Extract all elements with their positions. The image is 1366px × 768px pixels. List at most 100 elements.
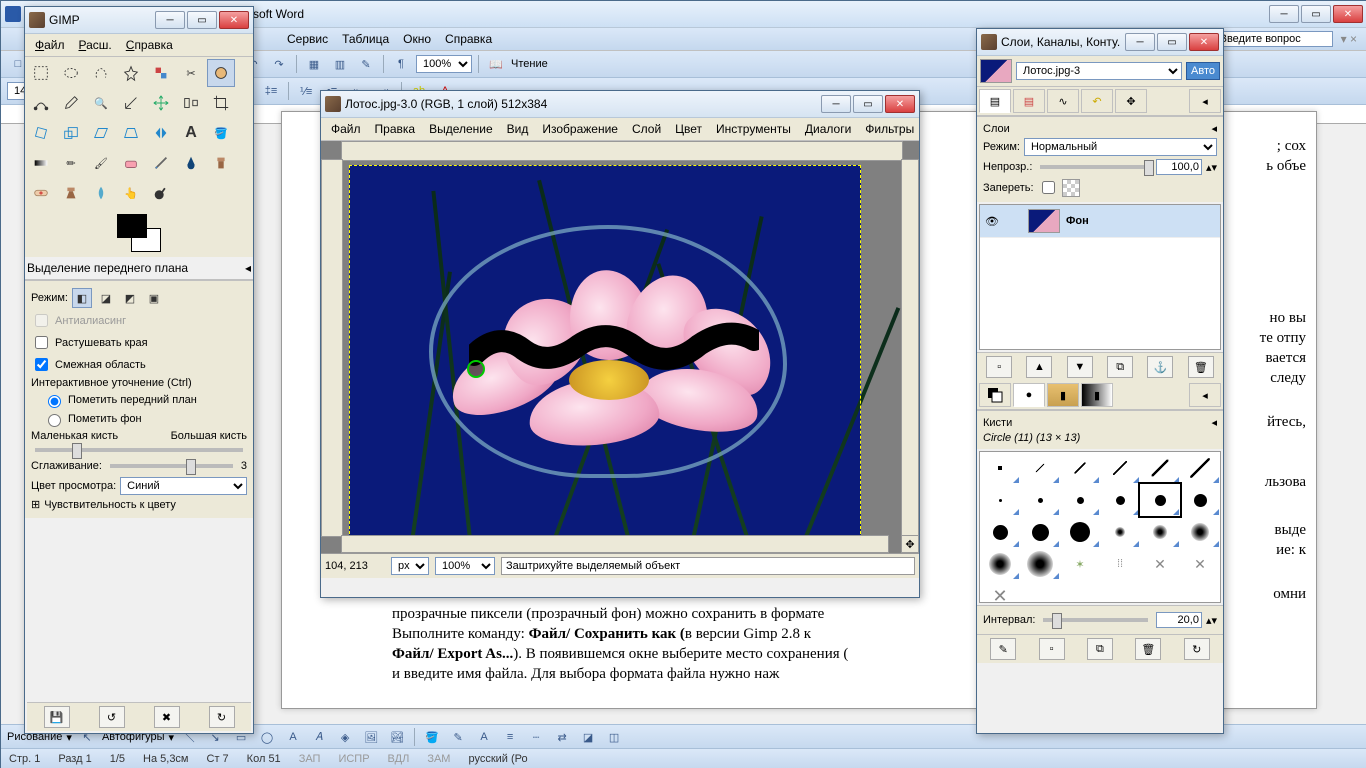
img-menu-dialogs[interactable]: Диалоги — [799, 120, 857, 138]
restore-options-icon[interactable]: ↺ — [99, 706, 125, 728]
brush-item[interactable]: ✕ — [980, 580, 1020, 603]
brush-item[interactable] — [1060, 516, 1100, 548]
brushes-tab-icon[interactable]: ● — [1013, 383, 1045, 407]
arrows-icon[interactable]: ⇄ — [551, 726, 573, 748]
undo-history-tab-icon[interactable]: ↶ — [1081, 89, 1113, 113]
scissors-tool-icon[interactable]: ✂ — [177, 59, 205, 87]
dock-close-button[interactable]: ✕ — [1189, 33, 1219, 51]
ellipse-select-tool-icon[interactable] — [57, 59, 85, 87]
3d-icon[interactable]: ◫ — [603, 726, 625, 748]
img-menu-image[interactable]: Изображение — [536, 120, 624, 138]
image-close-button[interactable]: ✕ — [885, 95, 915, 113]
brush-item[interactable] — [1020, 452, 1060, 484]
measure-tool-icon[interactable] — [117, 89, 145, 117]
expand-icon[interactable]: ⊞ — [31, 498, 40, 511]
brush-item[interactable]: ⁞⁞ — [1100, 548, 1140, 580]
word-menu-service[interactable]: Сервис — [281, 30, 334, 48]
blur-tool-icon[interactable] — [87, 179, 115, 207]
feather-checkbox[interactable] — [35, 336, 48, 349]
mode-replace-icon[interactable]: ◧ — [72, 288, 92, 308]
new-brush-icon[interactable]: ▫ — [1039, 638, 1065, 660]
numbered-list-icon[interactable]: ⅟≡ — [295, 80, 317, 102]
fuzzy-select-tool-icon[interactable] — [117, 59, 145, 87]
rect-select-tool-icon[interactable] — [27, 59, 55, 87]
raise-layer-icon[interactable]: ▲ — [1026, 356, 1052, 378]
dock-image-select[interactable]: Лотос.jpg-3 — [1016, 62, 1182, 80]
nav-tab-icon[interactable]: ✥ — [1115, 89, 1147, 113]
duplicate-brush-icon[interactable]: ⧉ — [1087, 638, 1113, 660]
color-select-tool-icon[interactable] — [147, 59, 175, 87]
brush-item[interactable] — [980, 516, 1020, 548]
img-menu-layer[interactable]: Слой — [626, 120, 667, 138]
eraser-tool-icon[interactable] — [117, 149, 145, 177]
brush-item[interactable] — [1180, 516, 1220, 548]
clone-tool-icon[interactable] — [207, 149, 235, 177]
word-maximize-button[interactable]: ▭ — [1301, 5, 1331, 23]
brush-item[interactable] — [1180, 452, 1220, 484]
anchor-layer-icon[interactable]: ⚓ — [1147, 356, 1173, 378]
antialias-checkbox[interactable] — [35, 314, 48, 327]
dock-minimize-button[interactable]: ─ — [1125, 33, 1155, 51]
bucket-tool-icon[interactable]: 🪣 — [207, 119, 235, 147]
delete-layer-icon[interactable]: 🗑 — [1188, 356, 1214, 378]
opacity-slider[interactable] — [1040, 165, 1148, 169]
interval-spinner[interactable]: ▴▾ — [1206, 614, 1217, 627]
color-picker-tool-icon[interactable] — [57, 89, 85, 117]
reset-options-icon[interactable]: ↻ — [209, 706, 235, 728]
image-titlebar[interactable]: Лотос.jpg-3.0 (RGB, 1 слой) 512x384 ─ ▭ … — [321, 91, 919, 118]
free-select-tool-icon[interactable] — [87, 59, 115, 87]
layers-menu-icon[interactable]: ◂ — [1211, 122, 1217, 135]
paths-tool-icon[interactable] — [27, 89, 55, 117]
picture-icon[interactable]: 🏞 — [386, 726, 408, 748]
word-menu-window[interactable]: Окно — [397, 30, 437, 48]
heal-tool-icon[interactable] — [27, 179, 55, 207]
unit-select[interactable]: px — [391, 557, 429, 575]
preview-color-select[interactable]: Синий — [120, 477, 247, 495]
mark-bg-radio[interactable] — [48, 414, 61, 427]
zoom-select[interactable]: 100% — [435, 557, 495, 575]
visibility-eye-icon[interactable]: 👁 — [984, 215, 1000, 228]
table-icon[interactable]: ▦ — [303, 53, 325, 75]
mark-fg-radio[interactable] — [48, 395, 61, 408]
smoothing-slider[interactable] — [110, 464, 233, 468]
oval-icon[interactable]: ◯ — [256, 726, 278, 748]
ink-tool-icon[interactable] — [177, 149, 205, 177]
brush-item[interactable] — [980, 452, 1020, 484]
flip-tool-icon[interactable] — [147, 119, 175, 147]
read-icon[interactable]: 📖 — [485, 53, 507, 75]
toolbox-menu-help[interactable]: Справка — [120, 36, 179, 54]
align-tool-icon[interactable] — [177, 89, 205, 117]
line-spacing-icon[interactable]: ‡≡ — [260, 80, 282, 102]
brush-item[interactable] — [1020, 516, 1060, 548]
columns-icon[interactable]: ▥ — [329, 53, 351, 75]
lower-layer-icon[interactable]: ▼ — [1067, 356, 1093, 378]
crop-tool-icon[interactable] — [207, 89, 235, 117]
brush-item[interactable] — [1180, 484, 1220, 516]
image-maximize-button[interactable]: ▭ — [853, 95, 883, 113]
new-layer-icon[interactable]: ▫ — [986, 356, 1012, 378]
brush-item[interactable] — [1020, 548, 1060, 580]
shear-tool-icon[interactable] — [87, 119, 115, 147]
word-reading-label[interactable]: Чтение — [511, 58, 548, 70]
edit-brush-icon[interactable]: ✎ — [990, 638, 1016, 660]
brush-item[interactable] — [1140, 484, 1180, 516]
dock-maximize-button[interactable]: ▭ — [1157, 33, 1187, 51]
brush-item[interactable] — [980, 548, 1020, 580]
brush-item[interactable] — [1140, 516, 1180, 548]
img-menu-colors[interactable]: Цвет — [669, 120, 708, 138]
horizontal-scrollbar[interactable] — [341, 535, 889, 553]
save-options-icon[interactable]: 💾 — [44, 706, 70, 728]
mode-subtract-icon[interactable]: ◩ — [120, 288, 140, 308]
perspective-clone-tool-icon[interactable] — [57, 179, 85, 207]
img-menu-filters[interactable]: Фильтры — [859, 120, 920, 138]
dock-titlebar[interactable]: Слои, Каналы, Конту... ─ ▭ ✕ — [977, 29, 1223, 56]
fgbg-tab-icon[interactable] — [979, 383, 1011, 407]
img-menu-view[interactable]: Вид — [501, 120, 535, 138]
brush-item[interactable] — [1100, 484, 1140, 516]
blend-mode-select[interactable]: Нормальный — [1024, 138, 1217, 156]
brush-item[interactable] — [1100, 452, 1140, 484]
dock-auto-button[interactable]: Авто — [1186, 62, 1220, 80]
shadow-icon[interactable]: ◪ — [577, 726, 599, 748]
drawing-icon[interactable]: ✎ — [355, 53, 377, 75]
img-menu-select[interactable]: Выделение — [423, 120, 499, 138]
